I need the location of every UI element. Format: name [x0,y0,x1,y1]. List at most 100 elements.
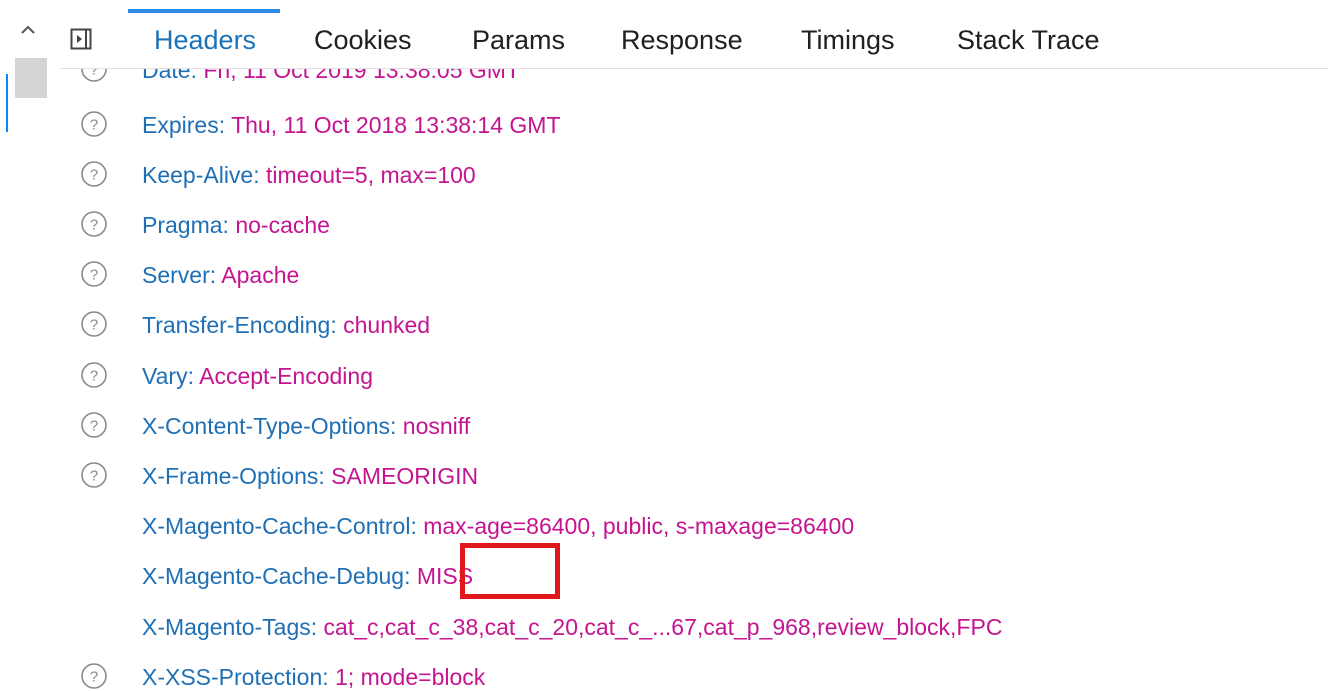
header-row-x-frame-options[interactable]: ? X-Frame-Options: SAMEORIGIN [0,450,1328,502]
help-circle-icon[interactable]: ? [80,310,108,338]
svg-text:?: ? [90,117,98,134]
help-circle-icon[interactable]: ? [80,160,108,188]
header-separator: : [218,112,232,138]
panel-toggle-icon[interactable] [70,28,92,50]
header-value: no-cache [235,212,330,238]
header-name: X-Magento-Cache-Debug [142,563,405,589]
header-value: Accept-Encoding [199,363,373,389]
tab-response[interactable]: Response [621,0,743,68]
header-row-x-magento-cache-control[interactable]: X-Magento-Cache-Control: max-age=86400, … [0,500,1328,552]
header-value: cat_c,cat_c_38,cat_c_20,cat_c_...67,cat_… [323,614,1003,640]
header-entry: X-Magento-Cache-Control: max-age=86400, … [142,500,854,552]
svg-text:?: ? [90,217,98,234]
tab-stack-trace[interactable]: Stack Trace [957,0,1100,68]
svg-text:?: ? [90,317,98,334]
header-name: X-Magento-Tags [142,614,311,640]
header-separator: : [390,413,403,439]
header-name: Keep-Alive [142,162,254,188]
tab-label: Response [621,25,743,55]
header-entry: X-Magento-Tags: cat_c,cat_c_38,cat_c_20,… [142,601,1002,653]
header-row-x-content-type-options[interactable]: ? X-Content-Type-Options: nosniff [0,400,1328,452]
header-row-x-xss-protection[interactable]: ? X-XSS-Protection: 1; mode=block [0,651,1328,691]
help-circle-icon[interactable]: ? [80,69,108,83]
svg-text:?: ? [90,468,98,485]
header-separator: : [330,312,344,338]
header-name: X-Magento-Cache-Control [142,513,411,539]
header-entry: Expires: Thu, 11 Oct 2018 13:38:14 GMT [142,99,561,151]
header-entry: X-Magento-Cache-Debug: MISS [142,550,473,602]
header-separator: : [190,69,204,83]
help-circle-icon[interactable]: ? [80,260,108,288]
tab-label: Timings [801,25,895,55]
header-entry: Server: Apache [142,249,299,301]
tab-label: Params [472,25,566,55]
tab-label: Headers [154,25,257,55]
header-separator: : [209,262,222,288]
header-row-vary[interactable]: ? Vary: Accept-Encoding [0,350,1328,402]
tab-cookies[interactable]: Cookies [314,0,412,68]
header-row-keep-alive[interactable]: ? Keep-Alive: timeout=5, max=100 [0,149,1328,201]
header-name: Pragma [142,212,223,238]
header-value: max-age=86400, public, s-maxage=86400 [423,513,855,539]
header-value: chunked [343,312,431,338]
header-row-transfer-encoding[interactable]: ? Transfer-Encoding: chunked [0,299,1328,351]
help-circle-icon[interactable]: ? [80,210,108,238]
header-value: timeout=5, max=100 [266,162,476,188]
tab-headers[interactable]: Headers [128,0,281,68]
header-entry: Vary: Accept-Encoding [142,350,373,402]
header-row-expires[interactable]: ? Expires: Thu, 11 Oct 2018 13:38:14 GMT [0,99,1328,151]
tab-bar: Headers Cookies Params Response Timings … [60,0,1328,69]
response-headers-list: ? Date: Fri, 11 Oct 2019 13:38:05 GMT ? … [0,69,1328,691]
header-separator: : [310,614,324,640]
header-name: Vary [142,363,188,389]
header-entry: X-Content-Type-Options: nosniff [142,400,470,452]
svg-text:?: ? [90,418,98,435]
svg-text:?: ? [90,669,98,686]
tab-params[interactable]: Params [472,0,565,68]
tab-label: Cookies [314,25,412,55]
header-separator: : [404,563,417,589]
header-separator: : [318,463,332,489]
network-details-panel: Headers Cookies Params Response Timings … [0,0,1328,691]
header-entry: Keep-Alive: timeout=5, max=100 [142,149,476,201]
tab-timings[interactable]: Timings [801,0,895,68]
header-entry: X-Frame-Options: SAMEORIGIN [142,450,478,502]
header-name: X-Frame-Options [142,463,319,489]
header-value: MISS [416,563,474,589]
header-value: SAMEORIGIN [331,463,479,489]
header-separator: : [222,212,236,238]
svg-text:?: ? [90,267,98,284]
header-entry: Pragma: no-cache [142,199,330,251]
header-separator: : [322,664,336,690]
header-value: Thu, 11 Oct 2018 13:38:14 GMT [231,112,561,138]
header-row-x-magento-cache-debug[interactable]: X-Magento-Cache-Debug: MISS [0,550,1328,602]
header-entry: Date: Fri, 11 Oct 2019 13:38:05 GMT [142,69,520,96]
header-entry: X-XSS-Protection: 1; mode=block [142,651,485,691]
header-name: X-XSS-Protection [142,664,323,690]
help-circle-icon[interactable]: ? [80,361,108,389]
svg-text:?: ? [90,69,98,79]
header-separator: : [410,513,424,539]
header-name: Transfer-Encoding [142,312,331,338]
header-value: Apache [221,262,300,288]
header-separator: : [253,162,267,188]
header-value: nosniff [402,413,471,439]
header-name: Server [142,262,210,288]
tab-label: Stack Trace [957,25,1100,55]
help-circle-icon[interactable]: ? [80,461,108,489]
header-row-server[interactable]: ? Server: Apache [0,249,1328,301]
header-row-date[interactable]: ? Date: Fri, 11 Oct 2019 13:38:05 GMT [0,69,1328,96]
header-separator: : [187,363,200,389]
header-name: X-Content-Type-Options [142,413,391,439]
help-circle-icon[interactable]: ? [80,411,108,439]
header-name: Expires [142,112,219,138]
chevron-up-icon[interactable] [18,20,38,40]
active-tab-indicator [128,9,281,13]
help-circle-icon[interactable]: ? [80,662,108,690]
header-row-x-magento-tags[interactable]: X-Magento-Tags: cat_c,cat_c_38,cat_c_20,… [0,601,1328,653]
header-entry: Transfer-Encoding: chunked [142,299,430,351]
header-row-pragma[interactable]: ? Pragma: no-cache [0,199,1328,251]
header-value: Fri, 11 Oct 2019 13:38:05 GMT [203,69,520,83]
help-circle-icon[interactable]: ? [80,110,108,138]
header-name: Date [142,69,191,83]
